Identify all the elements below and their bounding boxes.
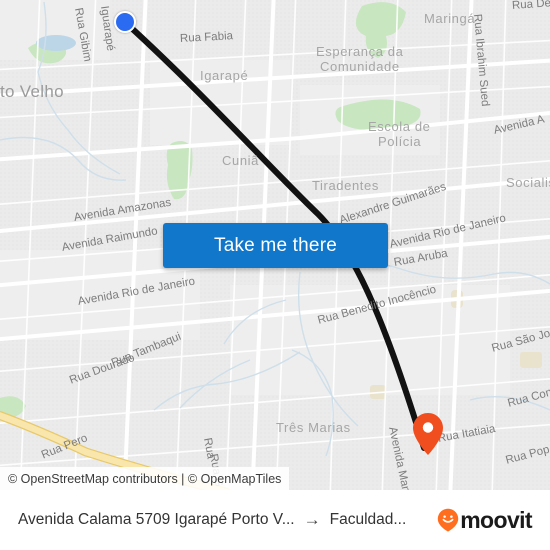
map-screen: to Velho Igarapé Maringá Esperança da Comuni… (0, 0, 550, 550)
moovit-logo[interactable]: moovit (437, 506, 533, 534)
moovit-wordmark: moovit (460, 506, 532, 533)
take-me-there-button[interactable]: Take me there (163, 223, 388, 268)
origin-marker[interactable] (114, 11, 136, 33)
origin-label: Avenida Calama 5709 Igarapé Porto V... (18, 511, 295, 528)
destination-label: Faculdad... (329, 511, 407, 528)
arrow-right-icon: → (303, 510, 321, 529)
water-areas (36, 35, 76, 51)
route-summary[interactable]: Avenida Calama 5709 Igarapé Porto V... →… (18, 510, 431, 530)
map-attribution: © OpenStreetMap contributors | © OpenMap… (0, 467, 290, 490)
footer-bar: Avenida Calama 5709 Igarapé Porto V... →… (0, 490, 550, 550)
attribution-text: © OpenStreetMap contributors | © OpenMap… (8, 471, 282, 486)
moovit-pin-icon (438, 508, 459, 532)
destination-pin-icon (413, 413, 443, 455)
